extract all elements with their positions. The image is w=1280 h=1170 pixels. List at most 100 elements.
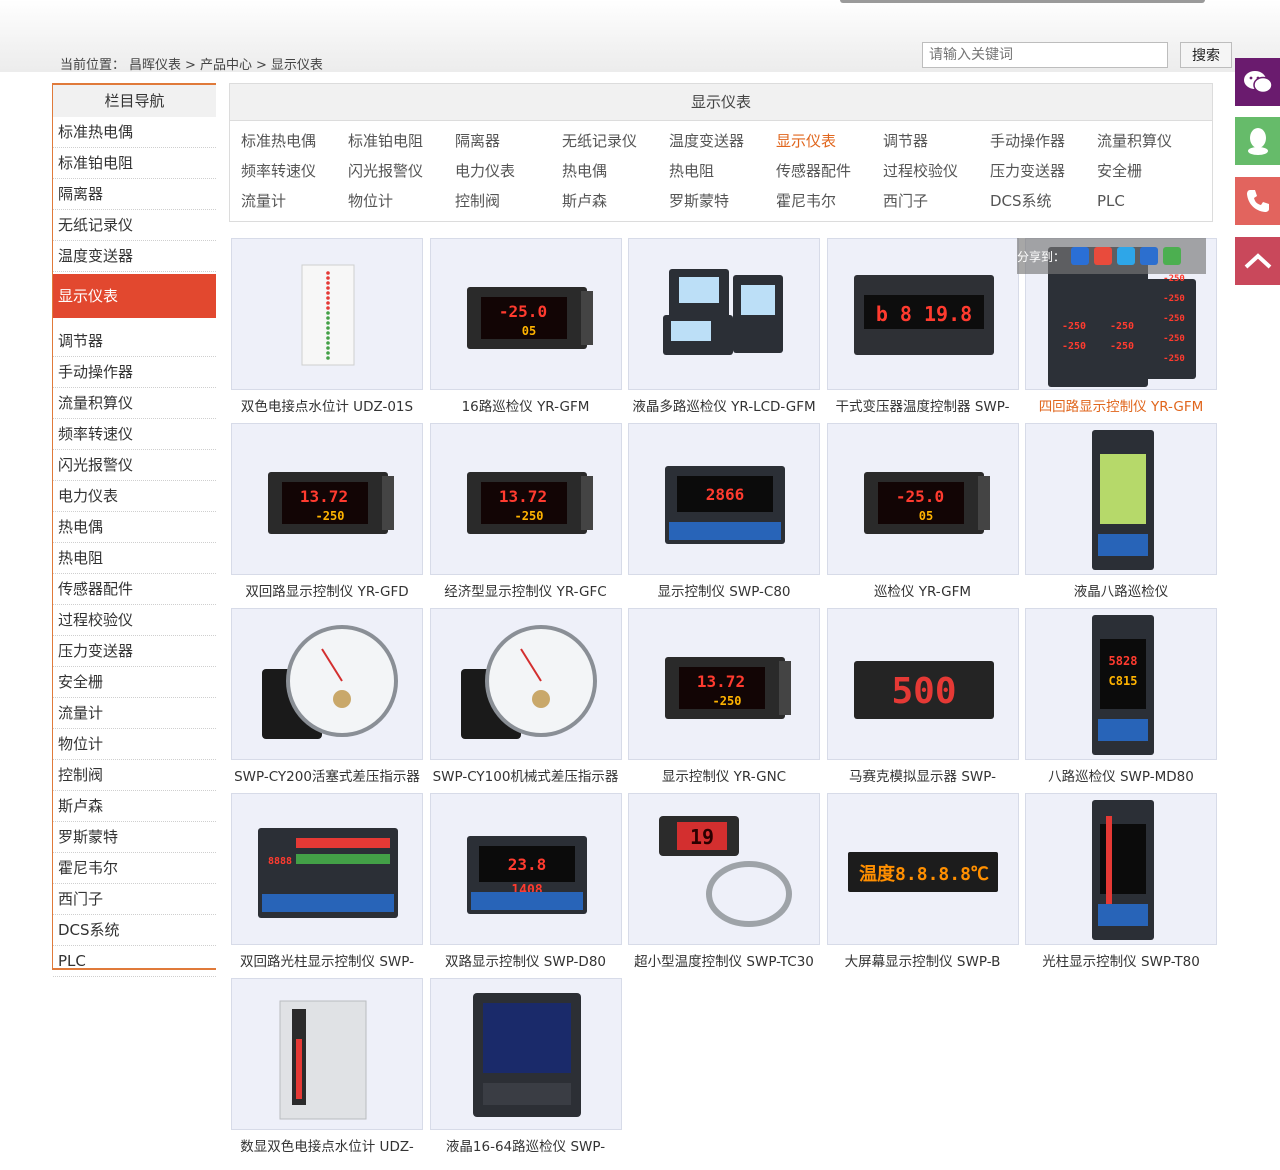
product-name-link[interactable]: 经济型显示控制仪 YR-GFC xyxy=(430,575,622,608)
product-image[interactable] xyxy=(628,238,820,390)
product-name-link[interactable]: 液晶16-64路巡检仪 SWP- xyxy=(430,1130,622,1163)
sidebar-item[interactable]: 过程校验仪 xyxy=(53,605,216,636)
category-link[interactable]: 热电阻 xyxy=(669,160,776,182)
sidebar-item[interactable]: 物位计 xyxy=(53,729,216,760)
product-name-link[interactable]: 液晶多路巡检仪 YR-LCD-GFM xyxy=(628,390,820,423)
float-phone-button[interactable] xyxy=(1235,177,1280,225)
breadcrumb-current[interactable]: 显示仪表 xyxy=(271,58,323,73)
product-image[interactable]: 23.8 1408 xyxy=(429,793,622,945)
category-link[interactable]: 温度变送器 xyxy=(669,130,776,152)
product-card[interactable]: 500 马赛克模拟显示器 SWP- xyxy=(826,608,1019,793)
sidebar-item[interactable]: 压力变送器 xyxy=(53,636,216,667)
sidebar-item[interactable]: 闪光报警仪 xyxy=(53,450,216,481)
category-link[interactable]: 电力仪表 xyxy=(455,160,562,182)
breadcrumb-link-products[interactable]: 产品中心 xyxy=(200,58,252,73)
sidebar-item[interactable]: 罗斯蒙特 xyxy=(53,822,216,853)
sidebar-item[interactable]: 安全栅 xyxy=(53,667,216,698)
category-link[interactable]: 调节器 xyxy=(883,130,990,152)
float-qq-button[interactable] xyxy=(1235,117,1280,165)
sidebar-item[interactable]: 频率转速仪 xyxy=(53,419,216,450)
category-link[interactable]: 传感器配件 xyxy=(776,160,883,182)
product-card[interactable]: SWP-CY100机械式差压指示器 xyxy=(429,608,622,793)
product-name-link[interactable]: SWP-CY100机械式差压指示器 xyxy=(430,760,622,793)
category-link[interactable]: 霍尼韦尔 xyxy=(776,190,883,212)
category-link[interactable]: 手动操作器 xyxy=(990,130,1097,152)
sidebar-item[interactable]: DCS系统 xyxy=(53,915,216,946)
product-card[interactable]: 2866 显示控制仪 SWP-C80 xyxy=(628,423,820,608)
category-link[interactable]: 显示仪表 xyxy=(776,130,883,152)
category-link[interactable]: 闪光报警仪 xyxy=(348,160,455,182)
product-card[interactable]: 19 超小型温度控制仪 SWP-TC30 xyxy=(628,793,820,978)
share-weibo-icon[interactable] xyxy=(1094,247,1113,265)
product-card[interactable]: -25.0 05 16路巡检仪 YR-GFM xyxy=(429,238,622,423)
sidebar-item[interactable]: 电力仪表 xyxy=(53,481,216,512)
category-link[interactable]: 安全栅 xyxy=(1097,160,1204,182)
category-link[interactable]: DCS系统 xyxy=(990,190,1097,212)
product-name-link[interactable]: 16路巡检仪 YR-GFM xyxy=(430,390,622,423)
product-name-link[interactable]: 四回路显示控制仪 YR-GFM xyxy=(1025,390,1217,423)
category-link[interactable]: 西门子 xyxy=(883,190,990,212)
product-image[interactable] xyxy=(231,238,423,390)
product-image[interactable]: 19 xyxy=(628,793,820,945)
sidebar-item[interactable]: 温度变送器 xyxy=(53,241,216,272)
product-card[interactable]: b 8 19.8 干式变压器温度控制器 SWP- xyxy=(826,238,1019,423)
sidebar-item[interactable]: 显示仪表 xyxy=(53,274,216,318)
share-wechat-icon[interactable] xyxy=(1163,247,1182,265)
category-link[interactable]: 控制阀 xyxy=(455,190,562,212)
product-name-link[interactable]: 液晶八路巡检仪 xyxy=(1025,575,1217,608)
product-image[interactable] xyxy=(429,978,622,1130)
sidebar-item[interactable]: 西门子 xyxy=(53,884,216,915)
product-card[interactable]: 5828 C815 八路巡检仪 SWP-MD80 xyxy=(1025,608,1217,793)
sidebar-item[interactable]: 流量计 xyxy=(53,698,216,729)
product-name-link[interactable]: 双回路显示控制仪 YR-GFD xyxy=(231,575,423,608)
sidebar-item[interactable]: 调节器 xyxy=(53,326,216,357)
sidebar-item[interactable]: 无纸记录仪 xyxy=(53,210,216,241)
sidebar-item[interactable]: 标准铂电阻 xyxy=(53,148,216,179)
product-image[interactable]: 13.72 -250 xyxy=(231,423,423,575)
sidebar-item[interactable]: 热电偶 xyxy=(53,512,216,543)
product-name-link[interactable]: 八路巡检仪 SWP-MD80 xyxy=(1025,760,1217,793)
product-name-link[interactable]: 双色电接点水位计 UDZ-01S xyxy=(231,390,423,423)
product-image[interactable] xyxy=(1025,423,1217,575)
product-card[interactable]: 8817 光柱显示控制仪 SWP-T80 xyxy=(1025,793,1217,978)
category-link[interactable]: 罗斯蒙特 xyxy=(669,190,776,212)
product-name-link[interactable]: 双路显示控制仪 SWP-D80 xyxy=(430,945,622,978)
product-name-link[interactable]: SWP-CY200活塞式差压指示器 xyxy=(231,760,423,793)
product-image[interactable]: 2866 xyxy=(628,423,820,575)
product-name-link[interactable]: 巡检仪 YR-GFM xyxy=(827,575,1019,608)
product-name-link[interactable]: 双回路光柱显示控制仪 SWP- xyxy=(231,945,423,978)
product-card[interactable]: 13.72 -250 双回路显示控制仪 YR-GFD xyxy=(231,423,423,608)
category-link[interactable]: 过程校验仪 xyxy=(883,160,990,182)
search-input[interactable] xyxy=(922,42,1168,68)
product-image[interactable]: 温度8.8.8.8℃ xyxy=(826,793,1019,945)
float-wechat-button[interactable] xyxy=(1235,58,1280,106)
category-link[interactable]: 隔离器 xyxy=(455,130,562,152)
sidebar-item[interactable]: PLC xyxy=(53,946,216,977)
product-name-link[interactable]: 显示控制仪 YR-GNC xyxy=(628,760,820,793)
category-link[interactable]: 流量计 xyxy=(241,190,348,212)
product-image[interactable]: 500 xyxy=(826,608,1019,760)
product-image[interactable]: 13.72 -250 xyxy=(628,608,820,760)
product-card[interactable]: -25.0 05 巡检仪 YR-GFM xyxy=(826,423,1019,608)
category-link[interactable]: PLC xyxy=(1097,190,1204,212)
product-card[interactable]: 8888 双回路光柱显示控制仪 SWP- xyxy=(231,793,423,978)
product-image[interactable]: 13.72 -250 xyxy=(429,423,622,575)
product-name-link[interactable]: 马赛克模拟显示器 SWP- xyxy=(827,760,1019,793)
sidebar-item[interactable]: 手动操作器 xyxy=(53,357,216,388)
category-link[interactable]: 无纸记录仪 xyxy=(562,130,669,152)
category-link[interactable]: 斯卢森 xyxy=(562,190,669,212)
sidebar-item[interactable]: 斯卢森 xyxy=(53,791,216,822)
product-card[interactable]: 液晶八路巡检仪 xyxy=(1025,423,1217,608)
sidebar-item[interactable]: 控制阀 xyxy=(53,760,216,791)
product-name-link[interactable]: 光柱显示控制仪 SWP-T80 xyxy=(1025,945,1217,978)
sidebar-item[interactable]: 霍尼韦尔 xyxy=(53,853,216,884)
category-link[interactable]: 标准铂电阻 xyxy=(348,130,455,152)
product-image[interactable] xyxy=(231,608,423,760)
product-card[interactable]: 双色电接点水位计 UDZ-01S xyxy=(231,238,423,423)
sidebar-item[interactable]: 传感器配件 xyxy=(53,574,216,605)
category-link[interactable]: 热电偶 xyxy=(562,160,669,182)
product-card[interactable]: 数显双色电接点水位计 UDZ- xyxy=(231,978,423,1163)
category-link[interactable]: 物位计 xyxy=(348,190,455,212)
sidebar-item[interactable]: 隔离器 xyxy=(53,179,216,210)
search-button[interactable]: 搜索 xyxy=(1180,42,1232,68)
